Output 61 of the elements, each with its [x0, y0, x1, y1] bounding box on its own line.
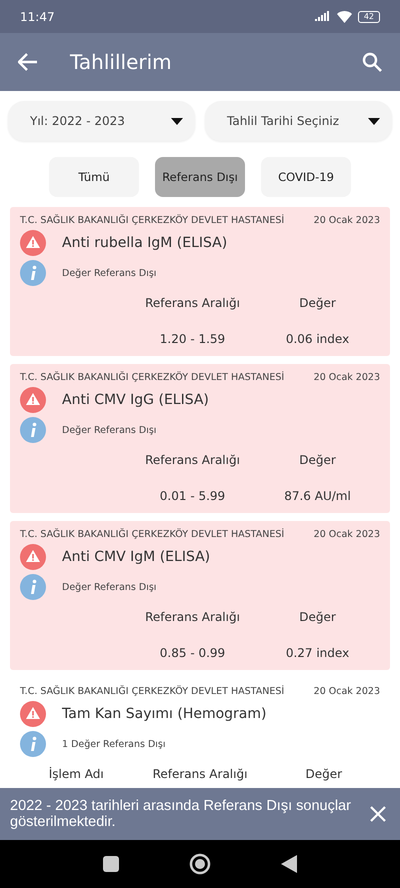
- column-header: Değer: [298, 296, 337, 310]
- info-icon: [20, 260, 46, 286]
- warning-icon: [20, 387, 46, 413]
- filter-dropdown[interactable]: Tahlil Tarihi Seçiniz: [205, 101, 392, 141]
- column-header: İşlem Adı: [48, 767, 105, 781]
- search-button[interactable]: [362, 52, 382, 72]
- test-name: Anti rubella IgM (ELISA): [62, 235, 228, 251]
- filter-tab[interactable]: Referans Dışı: [155, 157, 245, 197]
- column-header: Değer: [298, 453, 337, 467]
- result-date: 20 Ocak 2023: [314, 215, 380, 226]
- result-date: 20 Ocak 2023: [314, 686, 380, 697]
- battery-icon: 42: [358, 10, 380, 22]
- snackbar-message: 2022 - 2023 tarihleri arasında Referans Dışı sonuçlar gösterilmektedir.: [10, 798, 352, 830]
- result-card[interactable]: T.C. SAĞLIK BAKANLIĞI ÇERKEZKÖY DEVLET HASTANESİ 20 Ocak 2023 Anti CMV IgM (ELISA) Değer Referans Dışı Referans Aralığı Değer 0.85 - 0.99 0.27 index: [10, 521, 390, 670]
- hospital-name: T.C. SAĞLIK BAKANLIĞI ÇERKEZKÖY DEVLET HASTANESİ: [20, 372, 284, 383]
- test-name: Anti CMV IgG (ELISA): [62, 392, 209, 408]
- wifi-icon: [336, 10, 352, 22]
- hospital-name: T.C. SAĞLIK BAKANLIĞI ÇERKEZKÖY DEVLET HASTANESİ: [20, 686, 284, 697]
- filter-tab[interactable]: Tümü: [49, 157, 139, 197]
- warning-icon: [20, 544, 46, 570]
- column-header: Referans Aralığı: [152, 767, 248, 781]
- back-button[interactable]: [18, 53, 38, 71]
- column-header: Referans Aralığı: [144, 610, 241, 624]
- table-cell-text: 0.27 index: [284, 646, 350, 660]
- result-card[interactable]: T.C. SAĞLIK BAKANLIĞI ÇERKEZKÖY DEVLET HASTANESİ 20 Ocak 2023 Anti rubella IgM (ELISA) Değer Referans Dışı Referans Aralığı Değer 1.20 - 1.59 0.06 index: [10, 207, 390, 356]
- filter-tab[interactable]: COVID-19: [261, 157, 351, 197]
- table-cell-text: 0.85 - 0.99: [158, 646, 226, 660]
- result-card[interactable]: T.C. SAĞLIK BAKANLIĞI ÇERKEZKÖY DEVLET HASTANESİ 20 Ocak 2023 Anti CMV IgG (ELISA) Değer Referans Dışı Referans Aralığı Değer 0.01 - 5.99 87.6 AU/ml: [10, 364, 390, 513]
- column-header: Referans Aralığı: [144, 453, 241, 467]
- info-icon: [20, 574, 46, 600]
- status-note: Değer Referans Dışı: [62, 268, 156, 278]
- close-button[interactable]: [370, 806, 386, 822]
- result-date: 20 Ocak 2023: [314, 529, 380, 540]
- table-cell-text: 0.06 index: [284, 332, 350, 346]
- filter-dropdown[interactable]: Yıl: 2022 - 2023: [8, 101, 195, 141]
- warning-icon: [20, 230, 46, 256]
- table-cell-text: 87.6 AU/ml: [283, 489, 352, 503]
- page-title: Tahlillerim: [70, 50, 173, 74]
- status-note: Değer Referans Dışı: [62, 582, 156, 592]
- hospital-name: T.C. SAĞLIK BAKANLIĞI ÇERKEZKÖY DEVLET HASTANESİ: [20, 215, 284, 226]
- info-icon: [20, 417, 46, 443]
- signal-icon: [314, 11, 331, 22]
- info-icon: [20, 731, 46, 757]
- column-header: Referans Aralığı: [144, 296, 241, 310]
- warning-icon: [20, 701, 46, 727]
- column-header: Değer: [298, 610, 337, 624]
- recents-icon[interactable]: [103, 856, 119, 872]
- column-header: Değer: [304, 767, 344, 781]
- status-time: 11:47: [20, 10, 55, 24]
- status-note: Değer Referans Dışı: [62, 424, 156, 436]
- result-date: 20 Ocak 2023: [314, 372, 380, 383]
- status-note: 1 Değer Referans Dışı: [62, 738, 166, 750]
- hospital-name: T.C. SAĞLIK BAKANLIĞI ÇERKEZKÖY DEVLET HASTANESİ: [20, 529, 284, 540]
- caret-icon: [368, 118, 380, 124]
- table-cell-text: 0.01 - 5.99: [158, 489, 226, 503]
- test-name: Tam Kan Sayımı (Hemogram): [62, 706, 266, 722]
- caret-icon: [171, 118, 183, 124]
- table-cell-text: 1.20 - 1.59: [158, 332, 226, 346]
- test-name: Anti CMV IgM (ELISA): [62, 549, 210, 565]
- home-icon[interactable]: [189, 853, 211, 875]
- back-icon[interactable]: [281, 855, 297, 873]
